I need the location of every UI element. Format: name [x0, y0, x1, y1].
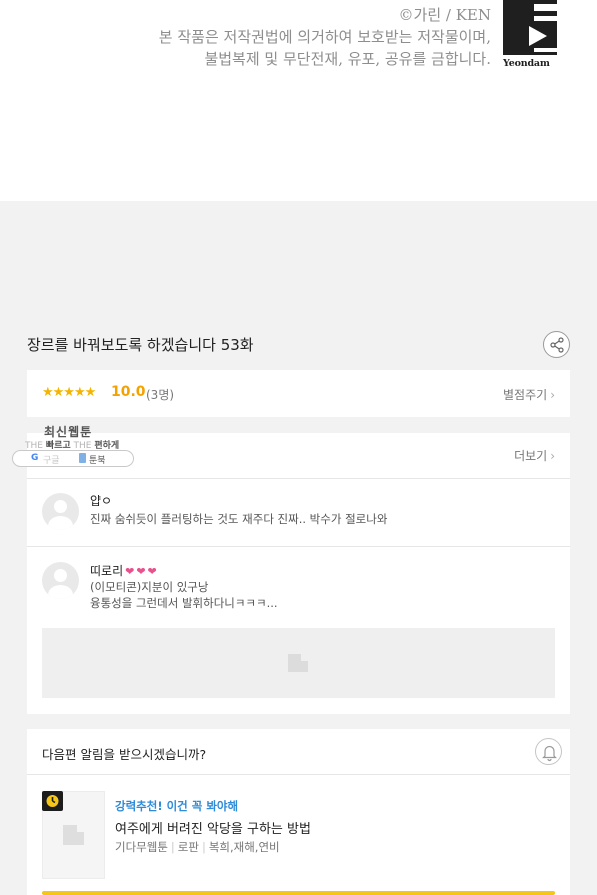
copyright-line-2: 본 작품은 저작권법에 의거하여 보호받는 저작물이며, [158, 28, 491, 46]
publisher-name: Yeondam [503, 58, 550, 69]
notification-header: 다음편 알림을 받으시겠습니까? [27, 729, 570, 775]
promo-overlay[interactable]: 최신웹툰 THE 빠르고 THE 편하게 G 구글 툰북 [12, 421, 134, 468]
accent-bar [42, 891, 555, 895]
bell-icon [542, 745, 557, 762]
notification-button[interactable] [535, 738, 562, 765]
avatar-icon [42, 562, 79, 599]
notification-question: 다음편 알림을 받으시겠습니까? [42, 747, 207, 762]
comment-text-line-1: (이모티콘)지분이 있구낭 [90, 580, 209, 594]
rating-count: (3명) [146, 388, 175, 402]
publisher-logo: Yeondam [503, 0, 557, 70]
image-placeholder-icon [288, 654, 308, 672]
recommend-tag: 강력추천! 이건 꼭 봐야해 [115, 799, 239, 813]
next-episode-section: 다음편 알림을 받으시겠습니까? 강력추천! 이건 꼭 봐야해 여주에게 버려진… [27, 729, 570, 895]
comment-item[interactable]: 띠로리 ❤❤❤ (이모티콘)지분이 있구낭 융통성을 그런데서 발휘하다니ㅋㅋㅋ.… [27, 548, 570, 628]
episode-title: 장르를 바꿔보도록 하겠습니다 53화 [27, 336, 254, 354]
copyright-notice: ©가린 / KEN 본 작품은 저작권법에 의거하여 보호받는 저작물이며, 불… [159, 4, 491, 70]
ad-banner-placeholder[interactable] [42, 628, 555, 698]
comment-nickname-text: 띠로리 [90, 564, 124, 578]
clock-icon [42, 791, 63, 811]
promo-pill-label: 툰북 [89, 456, 106, 466]
episode-end-area: ©가린 / KEN 본 작품은 저작권법에 의거하여 보호받는 저작물이며, 불… [0, 0, 597, 201]
comment-nickname: 얍ㅇ [90, 494, 113, 508]
promo-pill-search: 구글 [43, 456, 60, 466]
star-rating-icon: ★★★★★ [42, 385, 96, 400]
avatar-icon [42, 493, 79, 530]
comments-more-button[interactable]: 더보기 › [514, 447, 555, 464]
share-button[interactable] [543, 331, 570, 358]
comment-text-line-2: 융통성을 그런데서 발휘하다니ㅋㅋㅋ... [90, 596, 278, 610]
recommend-authors: 복희,재해,연비 [208, 840, 280, 854]
chevron-right-icon: › [550, 449, 555, 463]
recommend-type: 기다무웹툰 [115, 840, 168, 854]
rating-score: 10.0 [111, 384, 146, 400]
chevron-right-icon: › [550, 388, 555, 402]
share-icon [550, 337, 564, 353]
recommended-webtoon[interactable]: 강력추천! 이건 꼭 봐야해 여주에게 버려진 악당을 구하는 방법 기다무웹툰… [42, 791, 555, 879]
book-icon [79, 453, 86, 463]
copyright-line-3: 불법복제 및 무단전재, 유포, 공유를 금합니다. [204, 50, 491, 68]
image-placeholder-icon [63, 825, 84, 845]
heart-icon: ❤❤❤ [125, 565, 159, 578]
rate-label: 별점주기 [503, 388, 548, 402]
google-icon: G [31, 453, 39, 463]
recommend-title: 여주에게 버려진 악당을 구하는 방법 [115, 822, 311, 837]
promo-pill[interactable]: G 구글 툰북 [12, 450, 134, 467]
comment-nickname: 띠로리 ❤❤❤ [90, 562, 159, 579]
comment-text: (이모티콘)지분이 있구낭 융통성을 그런데서 발휘하다니ㅋㅋㅋ... [90, 579, 278, 611]
recommend-genre: 로판 [177, 840, 199, 854]
comments-section: 댓글 더보기› 얍ㅇ 진짜 숨쉬듯이 플러팅하는 것도 재주다 진짜.. 박수가… [27, 433, 570, 714]
rating-card: ★★★★★ 10.0 (3명) 별점주기 › [27, 370, 570, 417]
comments-more-label: 더보기 [514, 449, 548, 463]
comment-item[interactable]: 얍ㅇ 진짜 숨쉬듯이 플러팅하는 것도 재주다 진짜.. 박수가 절로나와 [27, 480, 570, 547]
recommend-meta: 기다무웹툰 | 로판 | 복희,재해,연비 [115, 840, 280, 854]
yeondam-logo-icon [503, 0, 557, 55]
copyright-author: ©가린 / KEN [398, 6, 491, 24]
comment-text: 진짜 숨쉬듯이 플러팅하는 것도 재주다 진짜.. 박수가 절로나와 [90, 512, 388, 526]
rate-button[interactable]: 별점주기 › [503, 386, 555, 403]
